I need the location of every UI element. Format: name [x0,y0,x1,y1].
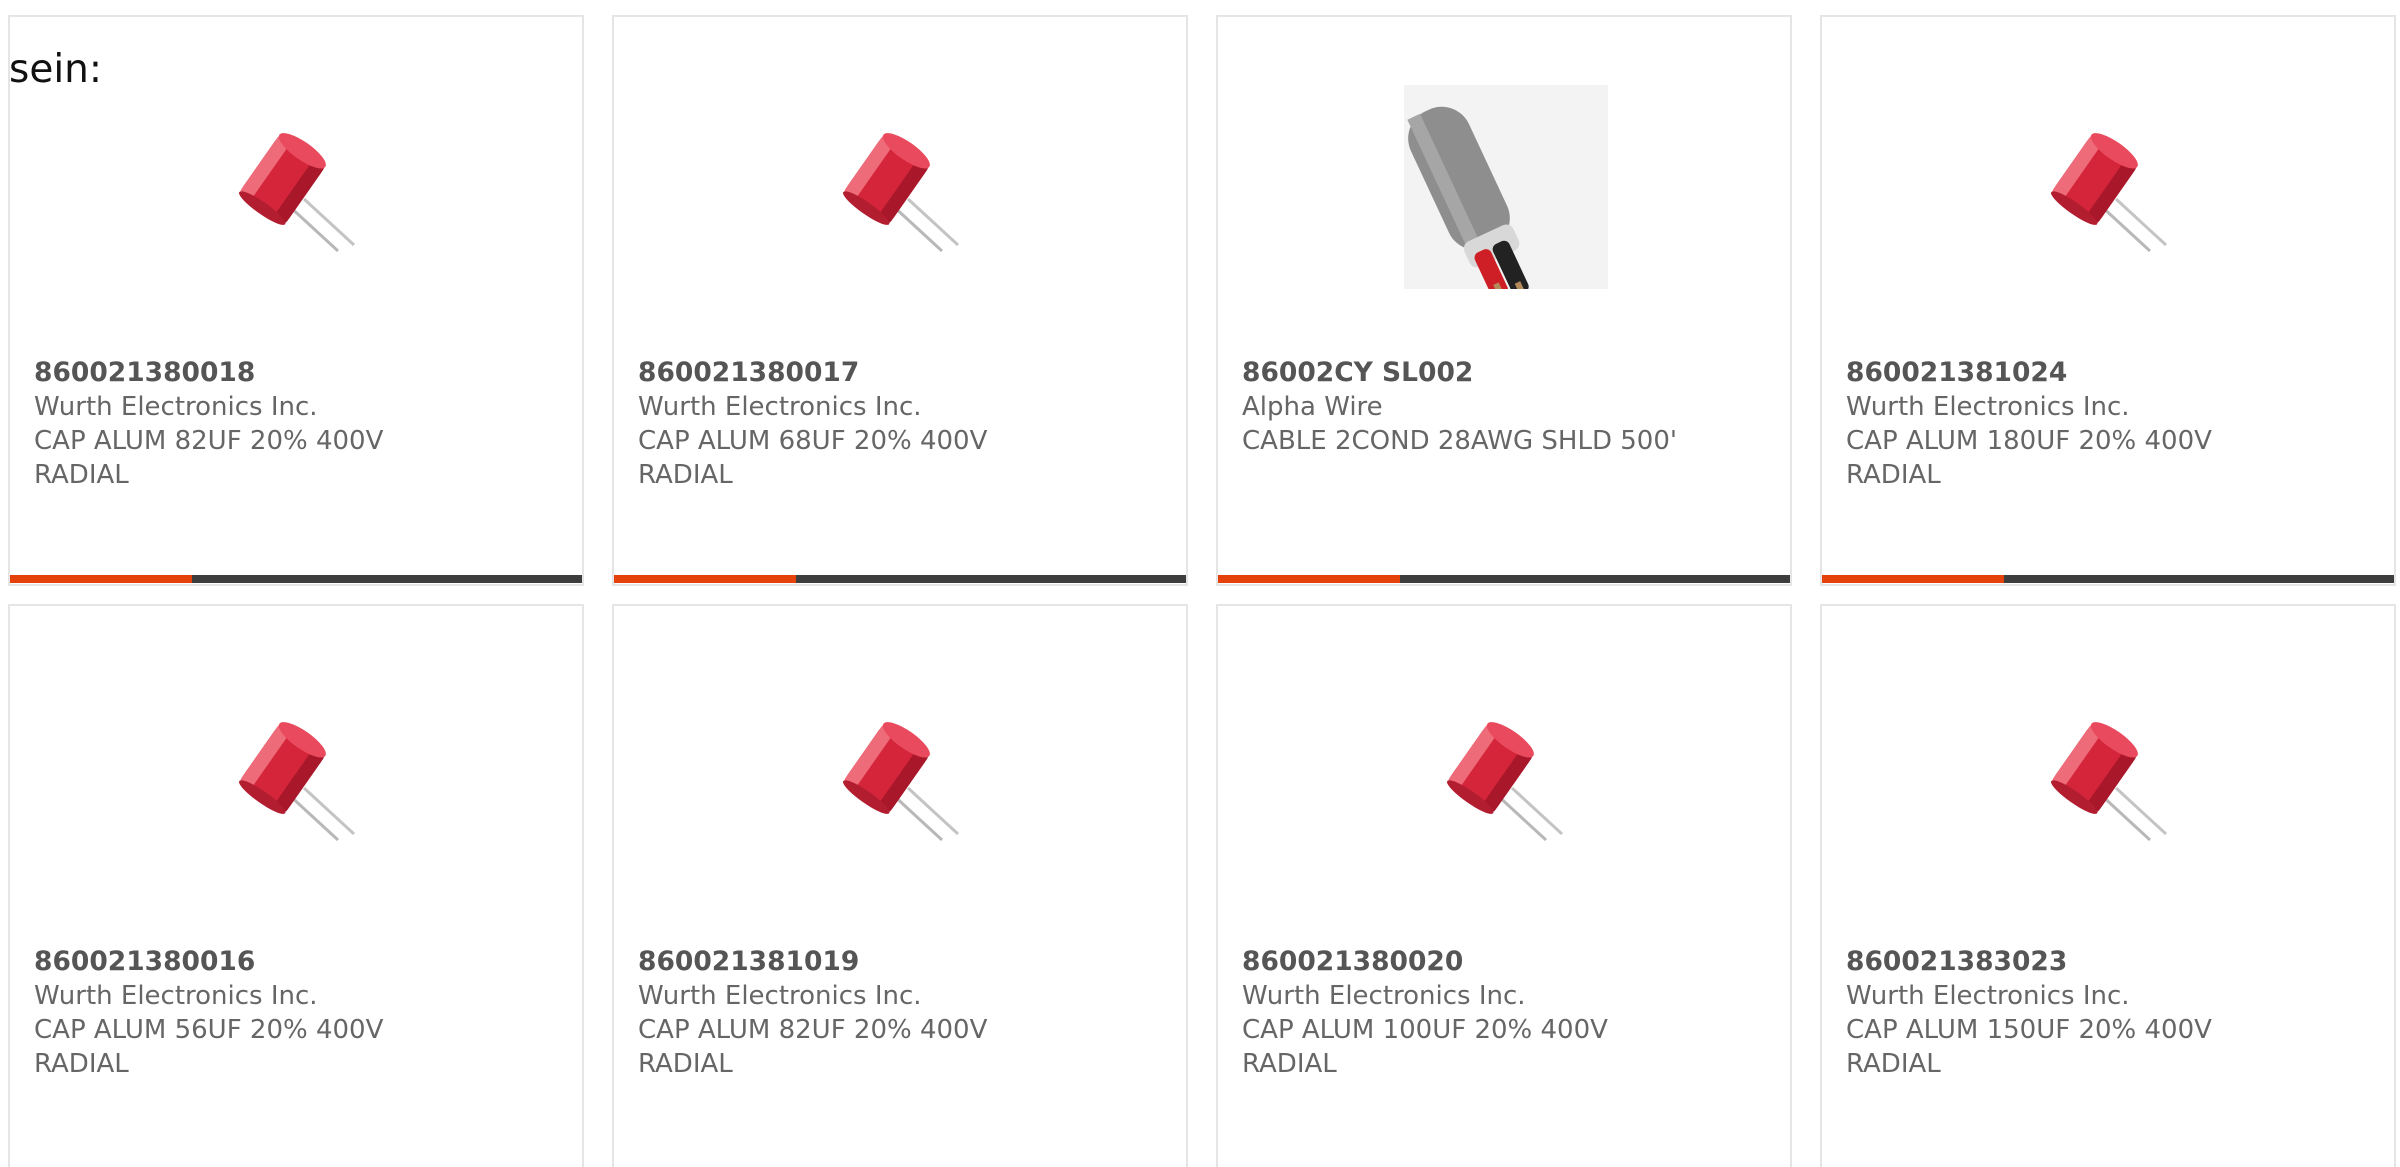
card-footer-bar [1218,575,1790,583]
product-card[interactable]: 860021380017 Wurth Electronics Inc. CAP … [612,15,1188,586]
part-number[interactable]: 860021383023 [1846,945,2366,979]
red-capacitor-icon[interactable] [2008,85,2212,289]
description-line-1: CAP ALUM 150UF 20% 400V [1846,1015,2212,1045]
red-capacitor-icon[interactable] [196,674,400,878]
description-line-2: RADIAL [34,460,129,490]
manufacturer: Wurth Electronics Inc. [1846,981,2130,1011]
red-capacitor-icon[interactable] [1404,674,1608,878]
description-line-1: CAP ALUM 180UF 20% 400V [1846,426,2212,456]
description-line-2: RADIAL [638,1049,733,1079]
card-accent-bar [1218,575,1400,583]
product-card[interactable]: 860021381019 Wurth Electronics Inc. CAP … [612,604,1188,1167]
description-line-2: RADIAL [34,1049,129,1079]
page: sein: 860021380018 Wurth Electronics Inc… [0,0,2400,1167]
intro-text: sein: [9,47,103,92]
card-footer-bar [10,575,582,583]
description-line-1: CAP ALUM 82UF 20% 400V [638,1015,988,1045]
card-accent-bar [614,575,796,583]
product-card[interactable]: 860021380020 Wurth Electronics Inc. CAP … [1216,604,1792,1167]
manufacturer: Wurth Electronics Inc. [1242,981,1526,1011]
description-line-2: RADIAL [1242,1049,1337,1079]
product-card[interactable]: 860021380016 Wurth Electronics Inc. CAP … [8,604,584,1167]
manufacturer: Alpha Wire [1242,392,1383,422]
card-footer-bar [614,575,1186,583]
part-number[interactable]: 860021380016 [34,945,554,979]
red-capacitor-icon[interactable] [800,674,1004,878]
part-number[interactable]: 860021380018 [34,356,554,390]
description-line-1: CAP ALUM 68UF 20% 400V [638,426,988,456]
manufacturer: Wurth Electronics Inc. [34,392,318,422]
product-card[interactable]: 860021383023 Wurth Electronics Inc. CAP … [1820,604,2396,1167]
manufacturer: Wurth Electronics Inc. [34,981,318,1011]
description-line-1: CAP ALUM 100UF 20% 400V [1242,1015,1608,1045]
shielded-cable-icon[interactable] [1404,85,1608,289]
manufacturer: Wurth Electronics Inc. [638,981,922,1011]
card-footer-bar [1822,575,2394,583]
description-line-1: CAP ALUM 82UF 20% 400V [34,426,384,456]
part-number[interactable]: 860021381024 [1846,356,2366,390]
description-line-2: RADIAL [1846,1049,1941,1079]
product-card[interactable]: 860021381024 Wurth Electronics Inc. CAP … [1820,15,2396,586]
product-card[interactable]: 86002CY SL002 Alpha Wire CABLE 2COND 28A… [1216,15,1792,586]
red-capacitor-icon[interactable] [2008,674,2212,878]
card-accent-bar [10,575,192,583]
description-line-2: RADIAL [638,460,733,490]
description-line-1: CAP ALUM 56UF 20% 400V [34,1015,384,1045]
part-number[interactable]: 860021380020 [1242,945,1762,979]
card-accent-bar [1822,575,2004,583]
red-capacitor-icon[interactable] [196,85,400,289]
manufacturer: Wurth Electronics Inc. [638,392,922,422]
red-capacitor-icon[interactable] [800,85,1004,289]
part-number[interactable]: 86002CY SL002 [1242,356,1762,390]
manufacturer: Wurth Electronics Inc. [1846,392,2130,422]
product-card[interactable]: 860021380018 Wurth Electronics Inc. CAP … [8,15,584,586]
part-number[interactable]: 860021380017 [638,356,1158,390]
description-line-1: CABLE 2COND 28AWG SHLD 500' [1242,426,1678,456]
part-number[interactable]: 860021381019 [638,945,1158,979]
description-line-2: RADIAL [1846,460,1941,490]
